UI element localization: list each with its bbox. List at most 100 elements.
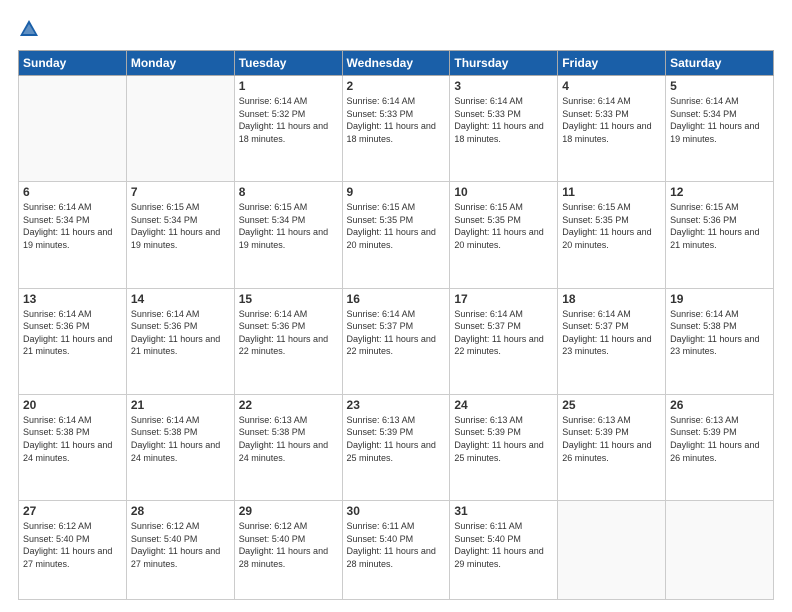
day-number: 3: [454, 79, 553, 93]
day-number: 26: [670, 398, 769, 412]
day-info: Sunrise: 6:12 AM Sunset: 5:40 PM Dayligh…: [131, 520, 230, 570]
calendar-cell: 31 Sunrise: 6:11 AM Sunset: 5:40 PM Dayli…: [450, 501, 558, 600]
day-number: 30: [347, 504, 446, 518]
calendar-cell: 2 Sunrise: 6:14 AM Sunset: 5:33 PM Daylig…: [342, 76, 450, 182]
day-number: 19: [670, 292, 769, 306]
day-info: Sunrise: 6:13 AM Sunset: 5:39 PM Dayligh…: [454, 414, 553, 464]
calendar-cell: 22 Sunrise: 6:13 AM Sunset: 5:38 PM Dayli…: [234, 394, 342, 500]
calendar-cell: 17 Sunrise: 6:14 AM Sunset: 5:37 PM Dayli…: [450, 288, 558, 394]
day-header-thursday: Thursday: [450, 51, 558, 76]
day-info: Sunrise: 6:11 AM Sunset: 5:40 PM Dayligh…: [454, 520, 553, 570]
day-info: Sunrise: 6:13 AM Sunset: 5:39 PM Dayligh…: [670, 414, 769, 464]
day-info: Sunrise: 6:15 AM Sunset: 5:36 PM Dayligh…: [670, 201, 769, 251]
day-number: 1: [239, 79, 338, 93]
logo-icon: [18, 18, 40, 40]
calendar-cell: 10 Sunrise: 6:15 AM Sunset: 5:35 PM Dayli…: [450, 182, 558, 288]
day-info: Sunrise: 6:14 AM Sunset: 5:34 PM Dayligh…: [23, 201, 122, 251]
day-info: Sunrise: 6:14 AM Sunset: 5:37 PM Dayligh…: [454, 308, 553, 358]
day-info: Sunrise: 6:14 AM Sunset: 5:32 PM Dayligh…: [239, 95, 338, 145]
week-row-5: 27 Sunrise: 6:12 AM Sunset: 5:40 PM Dayli…: [19, 501, 774, 600]
day-header-wednesday: Wednesday: [342, 51, 450, 76]
day-info: Sunrise: 6:14 AM Sunset: 5:38 PM Dayligh…: [131, 414, 230, 464]
day-info: Sunrise: 6:14 AM Sunset: 5:33 PM Dayligh…: [562, 95, 661, 145]
calendar-cell: 13 Sunrise: 6:14 AM Sunset: 5:36 PM Dayli…: [19, 288, 127, 394]
day-number: 2: [347, 79, 446, 93]
calendar-cell: 19 Sunrise: 6:14 AM Sunset: 5:38 PM Dayli…: [666, 288, 774, 394]
day-info: Sunrise: 6:13 AM Sunset: 5:38 PM Dayligh…: [239, 414, 338, 464]
day-number: 9: [347, 185, 446, 199]
day-info: Sunrise: 6:14 AM Sunset: 5:33 PM Dayligh…: [347, 95, 446, 145]
day-info: Sunrise: 6:14 AM Sunset: 5:38 PM Dayligh…: [670, 308, 769, 358]
day-info: Sunrise: 6:15 AM Sunset: 5:35 PM Dayligh…: [562, 201, 661, 251]
day-number: 28: [131, 504, 230, 518]
week-row-4: 20 Sunrise: 6:14 AM Sunset: 5:38 PM Dayli…: [19, 394, 774, 500]
day-header-saturday: Saturday: [666, 51, 774, 76]
calendar-cell: 25Sunrise: 6:13 AM Sunset: 5:39 PM Dayli…: [558, 394, 666, 500]
calendar-cell: 1 Sunrise: 6:14 AM Sunset: 5:32 PM Daylig…: [234, 76, 342, 182]
day-number: 13: [23, 292, 122, 306]
day-info: Sunrise: 6:14 AM Sunset: 5:36 PM Dayligh…: [23, 308, 122, 358]
day-number: 6: [23, 185, 122, 199]
calendar-cell: 11 Sunrise: 6:15 AM Sunset: 5:35 PM Dayli…: [558, 182, 666, 288]
day-number: 27: [23, 504, 122, 518]
day-number: 23: [347, 398, 446, 412]
day-number: 29: [239, 504, 338, 518]
calendar-cell: 23 Sunrise: 6:13 AM Sunset: 5:39 PM Dayli…: [342, 394, 450, 500]
page: SundayMondayTuesdayWednesdayThursdayFrid…: [0, 0, 792, 612]
calendar-cell: [19, 76, 127, 182]
day-info: Sunrise: 6:14 AM Sunset: 5:33 PM Dayligh…: [454, 95, 553, 145]
day-info: Sunrise: 6:13 AM Sunset: 5:39 PM Dayligh…: [347, 414, 446, 464]
day-info: Sunrise: 6:14 AM Sunset: 5:37 PM Dayligh…: [347, 308, 446, 358]
calendar-cell: 16 Sunrise: 6:14 AM Sunset: 5:37 PM Dayli…: [342, 288, 450, 394]
day-header-monday: Monday: [126, 51, 234, 76]
calendar-cell: [558, 501, 666, 600]
calendar-cell: 9 Sunrise: 6:15 AM Sunset: 5:35 PM Daylig…: [342, 182, 450, 288]
calendar-cell: 5 Sunrise: 6:14 AM Sunset: 5:34 PM Daylig…: [666, 76, 774, 182]
week-row-2: 6 Sunrise: 6:14 AM Sunset: 5:34 PM Daylig…: [19, 182, 774, 288]
calendar-cell: 26 Sunrise: 6:13 AM Sunset: 5:39 PM Dayli…: [666, 394, 774, 500]
day-info: Sunrise: 6:14 AM Sunset: 5:38 PM Dayligh…: [23, 414, 122, 464]
calendar-cell: 3 Sunrise: 6:14 AM Sunset: 5:33 PM Daylig…: [450, 76, 558, 182]
calendar-cell: 29 Sunrise: 6:12 AM Sunset: 5:40 PM Dayli…: [234, 501, 342, 600]
calendar-cell: 20 Sunrise: 6:14 AM Sunset: 5:38 PM Dayli…: [19, 394, 127, 500]
calendar-cell: [126, 76, 234, 182]
calendar-cell: [666, 501, 774, 600]
day-number: 20: [23, 398, 122, 412]
calendar-cell: 6 Sunrise: 6:14 AM Sunset: 5:34 PM Daylig…: [19, 182, 127, 288]
day-header-friday: Friday: [558, 51, 666, 76]
logo: [18, 18, 44, 40]
calendar-cell: 27Sunrise: 6:12 AM Sunset: 5:40 PM Dayli…: [19, 501, 127, 600]
day-number: 8: [239, 185, 338, 199]
day-info: Sunrise: 6:14 AM Sunset: 5:34 PM Dayligh…: [670, 95, 769, 145]
week-row-1: 1 Sunrise: 6:14 AM Sunset: 5:32 PM Daylig…: [19, 76, 774, 182]
day-number: 31: [454, 504, 553, 518]
day-number: 12: [670, 185, 769, 199]
day-number: 14: [131, 292, 230, 306]
day-info: Sunrise: 6:15 AM Sunset: 5:34 PM Dayligh…: [131, 201, 230, 251]
day-number: 22: [239, 398, 338, 412]
calendar-cell: 15Sunrise: 6:14 AM Sunset: 5:36 PM Dayli…: [234, 288, 342, 394]
day-number: 21: [131, 398, 230, 412]
day-number: 10: [454, 185, 553, 199]
day-info: Sunrise: 6:15 AM Sunset: 5:35 PM Dayligh…: [347, 201, 446, 251]
day-number: 16: [347, 292, 446, 306]
day-number: 7: [131, 185, 230, 199]
calendar-cell: 28 Sunrise: 6:12 AM Sunset: 5:40 PM Dayli…: [126, 501, 234, 600]
day-number: 5: [670, 79, 769, 93]
day-info: Sunrise: 6:15 AM Sunset: 5:35 PM Dayligh…: [454, 201, 553, 251]
day-header-sunday: Sunday: [19, 51, 127, 76]
day-number: 4: [562, 79, 661, 93]
calendar-cell: 8Sunrise: 6:15 AM Sunset: 5:34 PM Daylig…: [234, 182, 342, 288]
calendar-cell: 18Sunrise: 6:14 AM Sunset: 5:37 PM Dayli…: [558, 288, 666, 394]
day-number: 17: [454, 292, 553, 306]
day-info: Sunrise: 6:12 AM Sunset: 5:40 PM Dayligh…: [239, 520, 338, 570]
day-number: 18: [562, 292, 661, 306]
day-number: 15: [239, 292, 338, 306]
calendar-header-row: SundayMondayTuesdayWednesdayThursdayFrid…: [19, 51, 774, 76]
calendar-cell: 12 Sunrise: 6:15 AM Sunset: 5:36 PM Dayli…: [666, 182, 774, 288]
week-row-3: 13 Sunrise: 6:14 AM Sunset: 5:36 PM Dayli…: [19, 288, 774, 394]
day-number: 11: [562, 185, 661, 199]
day-info: Sunrise: 6:14 AM Sunset: 5:36 PM Dayligh…: [131, 308, 230, 358]
day-number: 25: [562, 398, 661, 412]
calendar-cell: 4 Sunrise: 6:14 AM Sunset: 5:33 PM Daylig…: [558, 76, 666, 182]
